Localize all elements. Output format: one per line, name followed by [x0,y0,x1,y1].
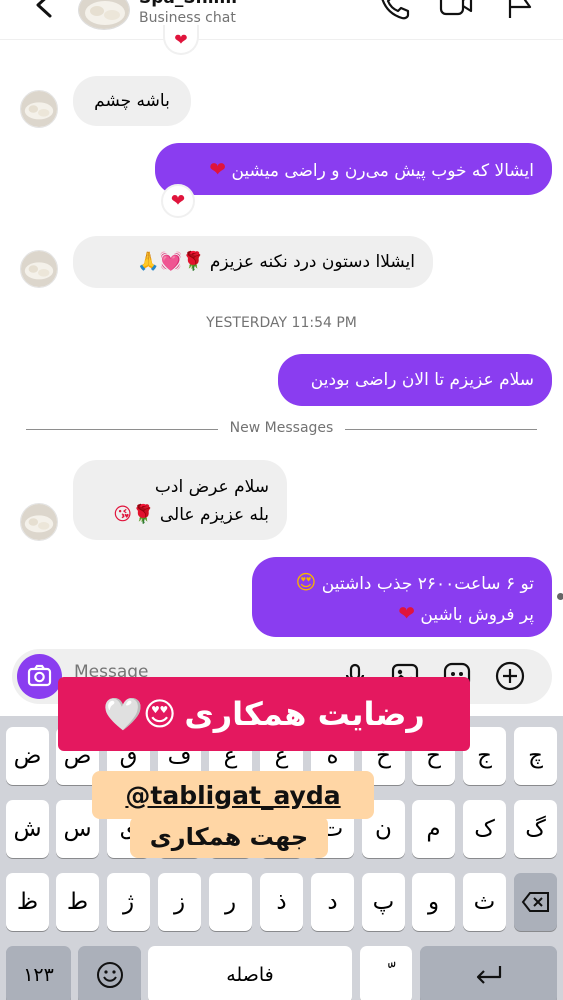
key[interactable]: گ [514,800,557,858]
contact-name[interactable]: Spa_Shimi [139,0,237,8]
key[interactable]: پ [362,873,405,931]
message-line: پر فروش باشین [420,605,534,625]
promo-text: رضایت همکاری [184,695,425,733]
heart-icon: ❤ [398,601,415,625]
camera-icon [27,664,52,687]
key[interactable]: ز [158,873,201,931]
rose-kiss-emoji: 🌹😘 [113,504,155,525]
video-icon[interactable] [438,0,474,20]
space-key[interactable]: فاصله [148,946,352,1000]
chat-header: Spa_Shimi Business chat [0,0,563,40]
key[interactable]: ک [463,800,506,858]
message-line: سلام عرض ادب [154,477,269,497]
scroll-indicator [557,593,563,600]
heart-eyes-emoji: 😍🤍 [103,695,177,733]
message-text: ایشالا که خوب پیش می‌رن و راضی میشین [231,161,534,181]
key[interactable]: ذ [260,873,303,931]
heart-eyes-emoji: 😍 [295,570,317,594]
business-chat-label: Business chat [139,10,236,26]
caption-sticker: جهت همکاری [130,816,328,858]
key[interactable]: ش [6,800,49,858]
backspace-key[interactable] [514,873,557,931]
avatar[interactable] [20,503,58,541]
camera-button[interactable] [17,654,62,699]
heart-icon: ❤ [170,191,186,211]
incoming-message[interactable]: باشه چشم [73,76,191,126]
key[interactable]: ظ [6,873,49,931]
key[interactable]: ّ [360,946,412,1000]
handle-sticker[interactable]: @tabligat_ayda [92,771,374,819]
avatar[interactable] [20,250,58,288]
timestamp: YESTERDAY 11:54 PM [206,315,357,331]
key[interactable]: د [311,873,354,931]
avatar[interactable] [20,90,58,128]
key[interactable]: ط [56,873,99,931]
message-text: سلام عزیزم تا الان راضی بودین [310,370,534,390]
incoming-message[interactable]: سلام عرض ادب بله عزیزم عالی 🌹😘 [73,460,287,540]
flag-icon[interactable] [505,0,535,20]
heart-icon: ❤ [209,157,227,181]
backspace-icon [521,892,549,912]
heart-icon: ❤ [174,29,188,49]
promo-sticker: رضایت همکاری 😍🤍 [58,677,470,751]
divider-line [345,429,537,430]
numbers-key[interactable]: ۱۲۳ [6,946,71,1000]
phone-icon[interactable] [379,0,411,20]
emoji-icon [96,962,123,988]
incoming-message[interactable]: ایشلاا دستون درد نکنه عزیزم 🌹💓🙏 [73,236,433,288]
outgoing-message[interactable]: سلام عزیزم تا الان راضی بودین [278,354,552,406]
outgoing-message[interactable]: ایشالا که خوب پیش می‌رن و راضی میشین ❤ [155,143,552,195]
key[interactable]: م [412,800,455,858]
message-line: بله عزیزم عالی [159,505,269,525]
keyboard: ض ص ق ف غ ع ه خ ح ج چ ش س ی ب ل ا ت ن م … [0,716,563,1000]
key[interactable]: و [412,873,455,931]
message-line: تو ۶ ساعت۲۶۰۰ جذب داشتین [321,574,534,594]
new-messages-divider: New Messages [229,420,334,436]
chat-screen: Spa_Shimi Business chat ❤ باشه چشم ایشال… [0,0,563,1000]
return-key[interactable] [420,946,557,1000]
key[interactable]: ث [463,873,506,931]
reaction-badge[interactable]: ❤ [161,184,195,218]
rose-heart-pray-emoji: 🌹💓🙏 [137,251,205,272]
key[interactable]: چ [514,727,557,785]
chevron-left-icon[interactable] [30,0,60,20]
avatar[interactable] [78,0,130,30]
outgoing-message[interactable]: تو ۶ ساعت۲۶۰۰ جذب داشتین 😍 پر فروش باشین… [252,557,552,637]
reaction-badge[interactable]: ❤ [163,25,199,55]
key[interactable]: ژ [107,873,150,931]
key[interactable]: ر [209,873,252,931]
message-text: باشه چشم [94,91,170,111]
message-text: ایشلاا دستون درد نکنه عزیزم [209,252,415,272]
return-icon [476,966,501,984]
plus-icon[interactable] [494,660,526,692]
emoji-key[interactable] [78,946,141,1000]
key[interactable]: ض [6,727,49,785]
